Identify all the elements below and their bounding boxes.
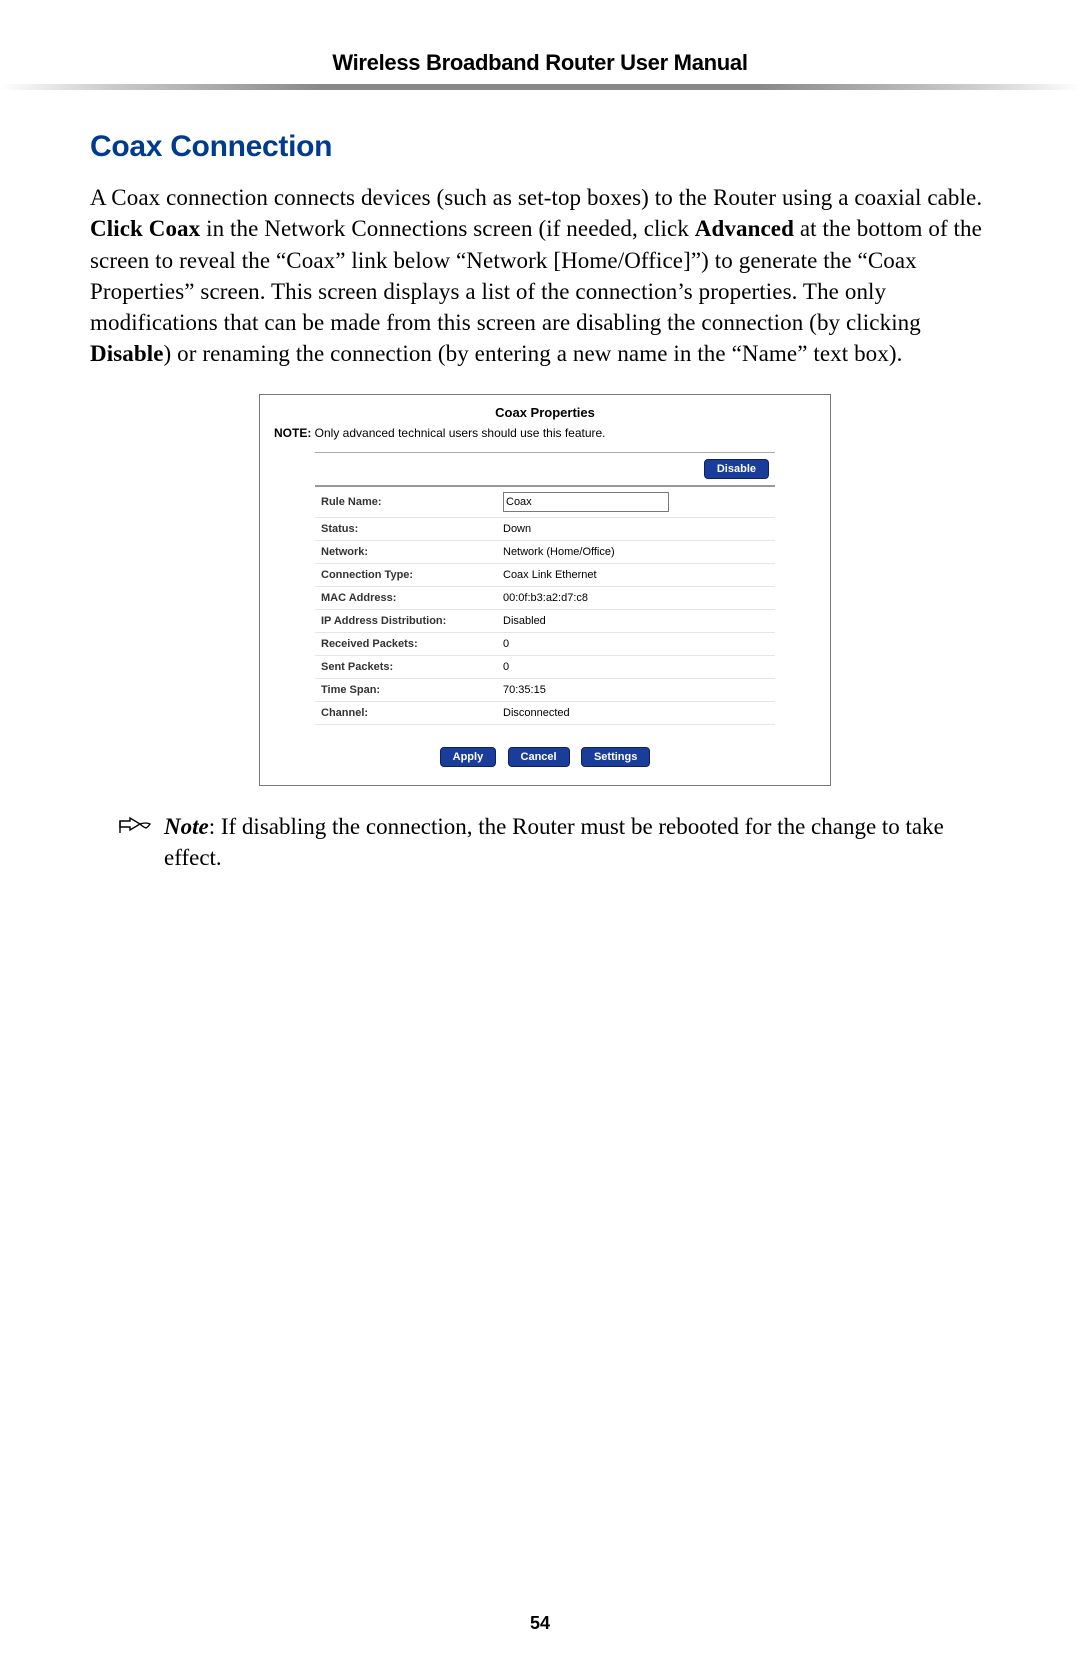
- cancel-button[interactable]: Cancel: [508, 747, 570, 767]
- row-time: Time Span: 70:35:15: [315, 678, 775, 701]
- page-content: Coax Connection A Coax connection connec…: [0, 90, 1080, 786]
- note-block: Note: If disabling the connection, the R…: [0, 786, 1080, 874]
- note-text: Note: If disabling the connection, the R…: [164, 812, 1000, 874]
- row-rule-name: Rule Name:: [315, 486, 775, 518]
- note-body: : If disabling the connection, the Route…: [164, 814, 944, 870]
- row-status: Status: Down: [315, 517, 775, 540]
- time-label: Time Span:: [315, 678, 497, 701]
- recv-label: Received Packets:: [315, 632, 497, 655]
- row-ip-dist: IP Address Distribution: Disabled: [315, 609, 775, 632]
- row-sent: Sent Packets: 0: [315, 655, 775, 678]
- sent-value: 0: [497, 655, 775, 678]
- disable-row: Disable: [315, 452, 775, 486]
- conn-type-label: Connection Type:: [315, 563, 497, 586]
- section-paragraph: A Coax connection connects devices (such…: [90, 182, 1000, 370]
- para-disable: Disable: [90, 341, 164, 366]
- rule-name-input[interactable]: [503, 492, 669, 512]
- manual-header: Wireless Broadband Router User Manual: [0, 0, 1080, 84]
- screenshot-note-text: Only advanced technical users should use…: [311, 426, 605, 440]
- properties-table: Disable Rule Name: Status: Down Network:…: [315, 452, 775, 725]
- row-mac: MAC Address: 00:0f:b3:a2:d7:c8: [315, 586, 775, 609]
- para-seg1: A Coax connection connects devices (such…: [90, 185, 982, 210]
- pointing-hand-icon: [118, 814, 158, 845]
- ip-dist-value: Disabled: [497, 609, 775, 632]
- channel-value: Disconnected: [497, 701, 775, 724]
- disable-button[interactable]: Disable: [704, 459, 769, 479]
- screenshot-note-prefix: NOTE:: [274, 426, 311, 440]
- mac-value: 00:0f:b3:a2:d7:c8: [497, 586, 775, 609]
- mac-label: MAC Address:: [315, 586, 497, 609]
- settings-button[interactable]: Settings: [581, 747, 650, 767]
- page-number: 54: [0, 1613, 1080, 1634]
- sent-label: Sent Packets:: [315, 655, 497, 678]
- network-value: Network (Home/Office): [497, 540, 775, 563]
- row-network: Network: Network (Home/Office): [315, 540, 775, 563]
- apply-button[interactable]: Apply: [440, 747, 497, 767]
- rule-name-label: Rule Name:: [315, 486, 497, 518]
- coax-properties-screenshot: Coax Properties NOTE: Only advanced tech…: [259, 394, 831, 787]
- screenshot-title: Coax Properties: [260, 395, 830, 424]
- screenshot-note: NOTE: Only advanced technical users shou…: [260, 424, 830, 452]
- note-label: Note: [164, 814, 209, 839]
- rule-name-cell: [497, 486, 775, 518]
- channel-label: Channel:: [315, 701, 497, 724]
- time-value: 70:35:15: [497, 678, 775, 701]
- para-seg2: in the Network Connections screen (if ne…: [200, 216, 695, 241]
- recv-value: 0: [497, 632, 775, 655]
- row-recv: Received Packets: 0: [315, 632, 775, 655]
- section-heading: Coax Connection: [90, 130, 1000, 164]
- row-channel: Channel: Disconnected: [315, 701, 775, 724]
- status-value: Down: [497, 517, 775, 540]
- para-advanced: Advanced: [695, 216, 794, 241]
- row-conn-type: Connection Type: Coax Link Ethernet: [315, 563, 775, 586]
- conn-type-value: Coax Link Ethernet: [497, 563, 775, 586]
- network-label: Network:: [315, 540, 497, 563]
- screenshot-button-row: Apply Cancel Settings: [260, 725, 830, 767]
- status-label: Status:: [315, 517, 497, 540]
- ip-dist-label: IP Address Distribution:: [315, 609, 497, 632]
- para-seg4: ) or renaming the connection (by enterin…: [164, 341, 903, 366]
- para-click-coax: Click Coax: [90, 216, 200, 241]
